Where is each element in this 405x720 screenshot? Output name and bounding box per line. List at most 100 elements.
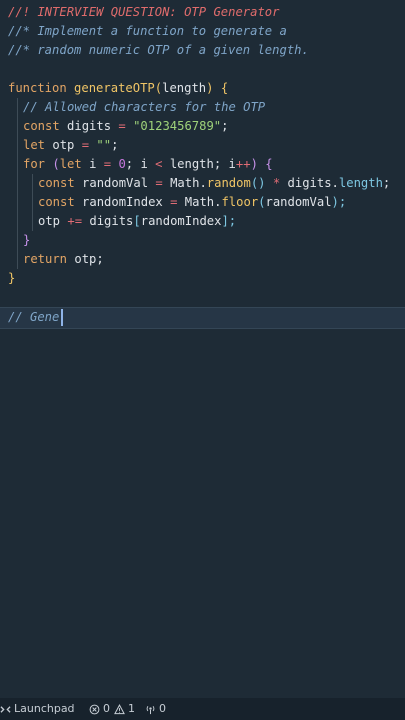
code-line-text: let otp = ""; <box>23 136 118 155</box>
code-token: return <box>23 252 75 266</box>
code-line-text: for (let i = 0; i < length; i++) { <box>23 155 273 174</box>
code-token: random <box>206 176 251 190</box>
code-token: ) { <box>206 81 229 95</box>
code-line-text: //* Implement a function to generate a <box>8 22 287 41</box>
error-count: 0 <box>103 702 110 715</box>
code-token: = <box>170 195 185 209</box>
code-line-text: // Gene <box>8 308 59 327</box>
code-token: = <box>103 157 119 171</box>
code-token: const <box>38 195 83 209</box>
remote-label: Launchpad <box>14 702 75 715</box>
code-line: //! INTERVIEW QUESTION: OTP Generator <box>0 3 405 22</box>
code-token: Math. <box>170 176 207 190</box>
code-token: randomVal <box>82 176 156 190</box>
code-token: ( <box>154 81 163 95</box>
code-token: ; <box>382 176 391 190</box>
code-token: generateOTP <box>74 81 155 95</box>
error-icon <box>89 704 100 714</box>
code-line: function generateOTP(length) { <box>0 79 405 98</box>
code-token: floor <box>221 195 259 209</box>
code-token: otp <box>38 214 68 228</box>
code-token: = <box>118 119 134 133</box>
code-line-text: otp += digits[randomIndex]; <box>38 212 236 231</box>
code-token: digits <box>89 214 134 228</box>
code-token: ; <box>221 119 229 133</box>
code-token: randomVal <box>265 195 332 209</box>
code-token: let <box>23 138 53 152</box>
code-line-text: const randomIndex = Math.floor(randomVal… <box>38 193 346 212</box>
code-token: length <box>338 176 383 190</box>
code-token: < <box>155 157 170 171</box>
code-token: function <box>8 81 75 95</box>
problems-indicator[interactable]: 0 1 <box>89 698 135 720</box>
ports-count: 0 <box>159 702 166 715</box>
code-token: Math. <box>184 195 222 209</box>
code-token: ( <box>52 157 60 171</box>
code-line: // Allowed characters for the OTP <box>0 98 405 117</box>
code-token: } <box>8 271 16 285</box>
text-cursor <box>61 309 63 326</box>
code-token: [ <box>133 214 141 228</box>
code-token: // Gene <box>8 310 60 324</box>
code-token: ++ <box>235 157 251 171</box>
code-editor[interactable]: //! INTERVIEW QUESTION: OTP Generator //*… <box>0 0 405 698</box>
code-token: length <box>162 81 207 95</box>
indent-guide <box>32 174 33 231</box>
warning-count: 1 <box>128 702 135 715</box>
code-token: "" <box>96 138 112 152</box>
code-token: ); <box>331 195 347 209</box>
code-token: let <box>59 157 90 171</box>
code-line: let otp = ""; <box>0 136 405 155</box>
code-line: otp += digits[randomIndex]; <box>0 212 405 231</box>
code-token: 0 <box>118 157 126 171</box>
code-token: // Allowed characters for the OTP <box>23 100 266 114</box>
code-line: for (let i = 0; i < length; i++) { <box>0 155 405 174</box>
indent-guide <box>17 98 18 269</box>
code-line-text: //! INTERVIEW QUESTION: OTP Generator <box>8 3 280 22</box>
code-line-text: const digits = "0123456789"; <box>23 117 229 136</box>
code-token: otp <box>52 138 82 152</box>
code-line-text: } <box>23 231 30 250</box>
code-token: * <box>272 176 288 190</box>
remote-icon <box>0 705 11 713</box>
code-token: ]; <box>221 214 237 228</box>
status-bar: Launchpad 0 1 0 <box>0 698 405 720</box>
remote-indicator[interactable]: Launchpad <box>0 698 75 720</box>
code-token: const <box>38 176 83 190</box>
code-token: digits <box>67 119 119 133</box>
code-line: //* Implement a function to generate a <box>0 22 405 41</box>
code-token: const <box>23 119 68 133</box>
code-token: ( <box>258 195 266 209</box>
code-token: //* Implement a function to generate a <box>8 24 287 38</box>
code-line: } <box>0 231 405 250</box>
broadcast-icon <box>146 705 155 714</box>
code-token: } <box>23 233 31 247</box>
code-token: //* random numeric OTP of a given length… <box>8 43 309 57</box>
warning-icon <box>114 703 125 714</box>
code-token: ; <box>111 138 119 152</box>
code-line: return otp; <box>0 250 405 269</box>
code-line: const digits = "0123456789"; <box>0 117 405 136</box>
code-token: ) { <box>250 157 273 171</box>
code-token: randomIndex <box>140 214 222 228</box>
code-line-text: //* random numeric OTP of a given length… <box>8 41 309 60</box>
code-token: //! INTERVIEW QUESTION: OTP Generator <box>8 5 280 19</box>
code-token: for <box>23 157 53 171</box>
code-token: length; i <box>169 157 236 171</box>
code-line-text: } <box>8 269 15 288</box>
code-line: const randomVal = Math.random() * digits… <box>0 174 405 193</box>
code-token: digits. <box>287 176 339 190</box>
code-line: const randomIndex = Math.floor(randomVal… <box>0 193 405 212</box>
code-token: = <box>81 138 97 152</box>
code-line-text: function generateOTP(length) { <box>8 79 228 98</box>
code-line-text: // Allowed characters for the OTP <box>23 98 265 117</box>
code-token: += <box>67 214 90 228</box>
ports-indicator[interactable]: 0 <box>145 698 166 720</box>
code-line: //* random numeric OTP of a given length… <box>0 41 405 60</box>
code-token: ; i <box>125 157 156 171</box>
code-line-text: const randomVal = Math.random() * digits… <box>38 174 390 193</box>
code-token: otp; <box>74 252 104 266</box>
code-line-text: return otp; <box>23 250 104 269</box>
